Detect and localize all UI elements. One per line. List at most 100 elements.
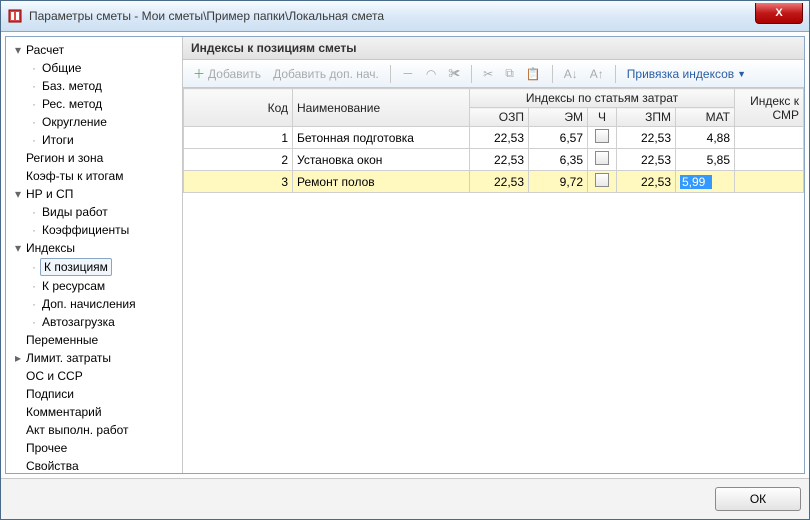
table-row[interactable]: 3Ремонт полов22,539,7222,535,99 xyxy=(184,171,804,193)
cell-ch[interactable] xyxy=(588,127,617,149)
tree-node[interactable]: ▸Лимит. затраты xyxy=(8,349,180,367)
tree-node[interactable]: ·Рес. метод xyxy=(8,95,180,113)
cell-zpm[interactable]: 22,53 xyxy=(617,149,676,171)
table-row[interactable]: 2Установка окон22,536,3522,535,85 xyxy=(184,149,804,171)
tree-node[interactable]: ▾Индексы xyxy=(8,239,180,257)
cell-em[interactable]: 9,72 xyxy=(529,171,588,193)
bind-indexes-button[interactable]: Привязка индексов ▼ xyxy=(623,65,750,83)
cell-ch[interactable] xyxy=(588,149,617,171)
paste-button[interactable]: 📋 xyxy=(522,65,545,83)
table-row[interactable]: 1Бетонная подготовка22,536,5722,534,88 xyxy=(184,127,804,149)
tree-node[interactable]: ·Баз. метод xyxy=(8,77,180,95)
sort-asc-button[interactable]: A↓ xyxy=(560,65,582,83)
copy-button[interactable]: ⧉ xyxy=(501,64,518,83)
window-title: Параметры сметы - Мои сметы\Пример папки… xyxy=(29,9,384,23)
tree-node[interactable]: Акт выполн. работ xyxy=(8,421,180,439)
checkbox-icon[interactable] xyxy=(595,129,609,143)
tree-node[interactable]: Подписи xyxy=(8,385,180,403)
title-bar: Параметры сметы - Мои сметы\Пример папки… xyxy=(1,1,809,32)
tree-node[interactable]: ОС и ССР xyxy=(8,367,180,385)
cell-mat[interactable]: 5,85 xyxy=(676,149,735,171)
tree-node[interactable]: Переменные xyxy=(8,331,180,349)
tree-node-label: Переменные xyxy=(24,332,100,348)
expander-icon[interactable]: ▾ xyxy=(12,186,24,202)
cell-ozp[interactable]: 22,53 xyxy=(470,149,529,171)
col-header-zpm[interactable]: ЗПМ xyxy=(617,108,676,127)
tree-node[interactable]: ·Итоги xyxy=(8,131,180,149)
tree-node[interactable]: ·К позициям xyxy=(8,257,180,277)
bind-indexes-label: Привязка индексов xyxy=(627,67,734,81)
cell-ozp[interactable]: 22,53 xyxy=(470,127,529,149)
tree-bullet-icon: · xyxy=(28,314,40,330)
col-header-smr[interactable]: Индекс к СМР xyxy=(735,89,804,127)
tree-node[interactable]: Прочее xyxy=(8,439,180,457)
delete-button[interactable]: － xyxy=(398,63,418,84)
cell-mat[interactable]: 5,99 xyxy=(676,171,735,193)
tree-node[interactable]: ▾Расчет xyxy=(8,41,180,59)
cell-name[interactable]: Бетонная подготовка xyxy=(293,127,470,149)
cell-smr[interactable] xyxy=(735,171,804,193)
col-header-name[interactable]: Наименование xyxy=(293,89,470,127)
tree-node[interactable]: ·Коэффициенты xyxy=(8,221,180,239)
cell-em[interactable]: 6,35 xyxy=(529,149,588,171)
cell-ch[interactable] xyxy=(588,171,617,193)
cell-code[interactable]: 2 xyxy=(184,149,293,171)
erase-button[interactable]: ◠ xyxy=(422,65,440,83)
tree-node-label: Рес. метод xyxy=(40,96,104,112)
close-button[interactable]: X xyxy=(755,3,803,24)
tree-node[interactable]: Коэф-ты к итогам xyxy=(8,167,180,185)
cell-em[interactable]: 6,57 xyxy=(529,127,588,149)
tree-node-label: Индексы xyxy=(24,240,77,256)
tree-node[interactable]: Регион и зона xyxy=(8,149,180,167)
tree-node-label: Регион и зона xyxy=(24,150,105,166)
col-header-group-idx[interactable]: Индексы по статьям затрат xyxy=(470,89,735,108)
sort-desc-button[interactable]: A↑ xyxy=(586,65,608,83)
tree-node-label: Лимит. затраты xyxy=(24,350,113,366)
ok-button[interactable]: ОК xyxy=(715,487,801,511)
chevron-down-icon: ▼ xyxy=(737,69,746,79)
tree-node[interactable]: ·К ресурсам xyxy=(8,277,180,295)
expander-icon[interactable]: ▾ xyxy=(12,42,24,58)
col-header-mat[interactable]: МАТ xyxy=(676,108,735,127)
cell-zpm[interactable]: 22,53 xyxy=(617,127,676,149)
content-panel: Индексы к позициям сметы ＋ Добавить Доба… xyxy=(183,37,804,473)
cell-name[interactable]: Ремонт полов xyxy=(293,171,470,193)
col-header-ch[interactable]: Ч xyxy=(588,108,617,127)
col-header-em[interactable]: ЭМ xyxy=(529,108,588,127)
expander-icon[interactable]: ▾ xyxy=(12,240,24,256)
toolbar-separator xyxy=(471,65,472,83)
checkbox-icon[interactable] xyxy=(595,173,609,187)
tree-node[interactable]: Комментарий xyxy=(8,403,180,421)
tree-node[interactable]: ·Виды работ xyxy=(8,203,180,221)
sort-asc-icon: A↓ xyxy=(564,67,578,81)
cell-smr[interactable] xyxy=(735,127,804,149)
tree-node[interactable]: ·Доп. начисления xyxy=(8,295,180,313)
col-header-code[interactable]: Код xyxy=(184,89,293,127)
cell-name[interactable]: Установка окон xyxy=(293,149,470,171)
checkbox-icon[interactable] xyxy=(595,151,609,165)
cell-smr[interactable] xyxy=(735,149,804,171)
tree-node[interactable]: ·Округление xyxy=(8,113,180,131)
cut-dop-button[interactable]: ✀ xyxy=(444,64,464,83)
copy-icon: ⧉ xyxy=(505,66,514,81)
add-dop-button[interactable]: Добавить доп. нач. xyxy=(269,65,383,83)
expander-icon[interactable]: ▸ xyxy=(12,350,24,366)
tree-node-label: Расчет xyxy=(24,42,66,58)
cell-code[interactable]: 3 xyxy=(184,171,293,193)
cell-ozp[interactable]: 22,53 xyxy=(470,171,529,193)
cell-editor[interactable]: 5,99 xyxy=(680,175,712,189)
tree-node-label: Баз. метод xyxy=(40,78,104,94)
tree-node-label: Подписи xyxy=(24,386,76,402)
col-header-ozp[interactable]: ОЗП xyxy=(470,108,529,127)
cut-button[interactable]: ✂ xyxy=(479,65,497,83)
add-button[interactable]: ＋ Добавить xyxy=(189,63,265,84)
indexes-grid[interactable]: Код Наименование Индексы по статьям затр… xyxy=(183,88,804,193)
tree-node[interactable]: ·Общие xyxy=(8,59,180,77)
nav-tree[interactable]: ▾Расчет·Общие·Баз. метод·Рес. метод·Окру… xyxy=(6,37,183,473)
cell-zpm[interactable]: 22,53 xyxy=(617,171,676,193)
tree-node[interactable]: ▾НР и СП xyxy=(8,185,180,203)
tree-node[interactable]: ·Автозагрузка xyxy=(8,313,180,331)
cell-mat[interactable]: 4,88 xyxy=(676,127,735,149)
tree-node[interactable]: Свойства xyxy=(8,457,180,473)
cell-code[interactable]: 1 xyxy=(184,127,293,149)
